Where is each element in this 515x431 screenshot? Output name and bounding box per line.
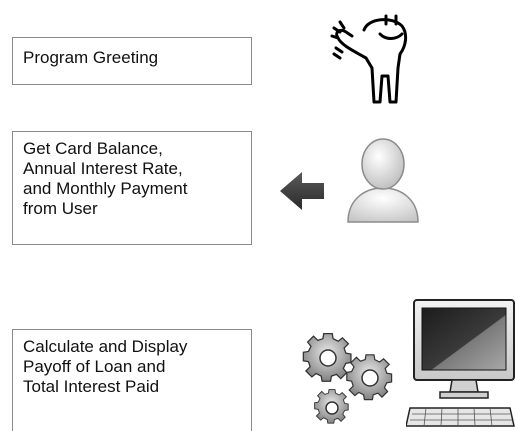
left-arrow-icon bbox=[280, 172, 324, 210]
step-text-greeting: Program Greeting bbox=[23, 48, 159, 67]
gears-icon bbox=[302, 332, 393, 424]
step-box-calculate: Calculate and Display Payoff of Loan and… bbox=[12, 329, 252, 431]
computer-monitor-icon bbox=[406, 299, 515, 427]
waving-stick-figure-icon bbox=[330, 14, 408, 104]
step-box-get-input: Get Card Balance, Annual Interest Rate, … bbox=[12, 131, 252, 245]
step-text-get-input: Get Card Balance, Annual Interest Rate, … bbox=[23, 139, 188, 218]
user-silhouette-icon bbox=[347, 138, 419, 223]
step-box-greeting: Program Greeting bbox=[12, 37, 252, 85]
step-text-calculate: Calculate and Display Payoff of Loan and… bbox=[23, 337, 188, 396]
